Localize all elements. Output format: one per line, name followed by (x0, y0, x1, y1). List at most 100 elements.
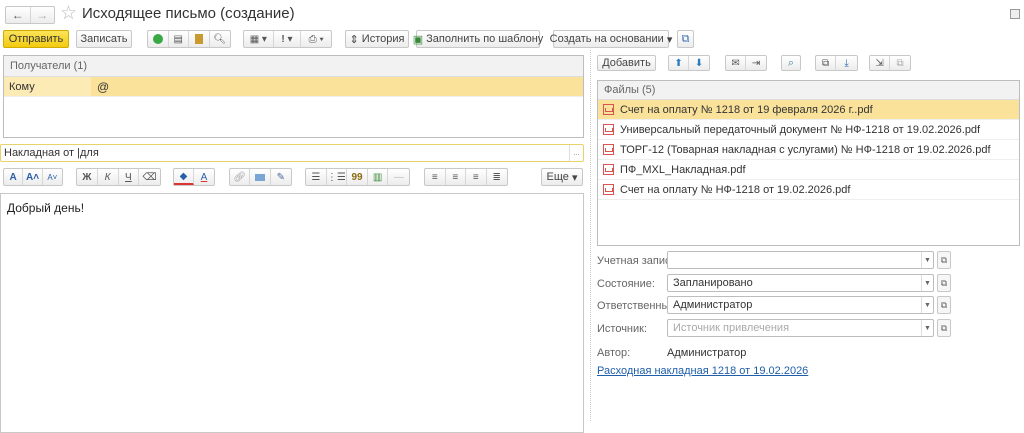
horizontal-line-icon[interactable]: — (388, 169, 409, 185)
responsible-field[interactable]: Администратор ▼ (667, 296, 934, 314)
preview-icon[interactable]: 🔍︎ (210, 31, 230, 47)
state-label: Состояние: (597, 278, 655, 290)
recipients-header-label: Получатели (1) (10, 60, 88, 72)
subject-input[interactable]: Накладная от |для ... (0, 144, 584, 162)
add-green-icon[interactable] (148, 31, 169, 47)
download-icon[interactable]: ⤓ (836, 56, 857, 70)
list-item[interactable]: ТОРГ-12 (Товарная накладная с услугами) … (598, 140, 1019, 160)
preview-file-icon[interactable]: ⌕ (781, 55, 801, 71)
list-item[interactable]: ПФ_MXL_Накладная.pdf (598, 160, 1019, 180)
link-icon[interactable]: 🔗︎ (230, 169, 251, 185)
subject-more-button[interactable]: ... (569, 145, 583, 161)
quote-icon[interactable]: 99 (347, 169, 368, 185)
file-name: Счет на оплату № НФ-1218 от 19.02.2026.p… (620, 183, 851, 196)
recipient-address[interactable]: @ (91, 80, 109, 94)
list-item[interactable]: Универсальный передаточный документ № НФ… (598, 120, 1019, 140)
page-title: Исходящее письмо (создание) (82, 5, 295, 22)
pdf-icon (603, 124, 614, 135)
structure-icon[interactable]: ⧉ (677, 30, 694, 48)
back-button[interactable]: ← (6, 7, 31, 23)
move-up-icon[interactable]: ⬆ (669, 56, 690, 70)
state-field[interactable]: Запланировано ▼ (667, 274, 934, 292)
list-item[interactable]: Счет на оплату № 1218 от 19 февраля 2026… (598, 100, 1019, 120)
message-body: Добрый день! (7, 201, 85, 215)
forward-button[interactable]: → (31, 7, 55, 23)
file-actions-group: ✉ ⇥ (725, 55, 767, 71)
bullet-list-icon[interactable]: ☰ (306, 169, 327, 185)
panel-divider[interactable] (590, 50, 591, 421)
more-format-button[interactable]: Еще ▾ (541, 168, 583, 186)
font-increase-icon[interactable]: A˄ (23, 169, 43, 185)
send-button[interactable]: Отправить (3, 30, 69, 48)
import-icon[interactable]: ⇲ (870, 56, 891, 70)
nav-buttons: ← → (5, 6, 55, 24)
create-based-button[interactable]: Создать на основании ▾ (550, 30, 672, 48)
open-state-button[interactable]: ⧉ (937, 274, 951, 292)
base-document-link[interactable]: Расходная накладная 1218 от 19.02.2026 (597, 365, 808, 377)
font-size-group: A A˄ A˅ (3, 168, 63, 186)
history-button[interactable]: ⇕ История (345, 30, 409, 48)
list-group: ☰ ⋮☰ 99 ▥ — (305, 168, 410, 186)
recipients-table: Получатели (1) Кому @ (3, 55, 584, 138)
align-center-icon[interactable]: ≡ (446, 169, 466, 185)
text-color-icon[interactable]: A (194, 169, 214, 185)
italic-button[interactable]: К (98, 169, 119, 185)
save-button[interactable]: Записать (76, 30, 132, 48)
attach-email-icon[interactable]: ✉ (726, 56, 747, 70)
table-row[interactable]: Кому @ (4, 77, 583, 97)
fill-template-button[interactable]: ▣ Заполнить по шаблону (413, 30, 544, 48)
numbered-list-icon[interactable]: ⋮☰ (327, 169, 348, 185)
file-name: Универсальный передаточный документ № НФ… (620, 123, 981, 136)
responsible-value: Администратор (673, 299, 753, 311)
account-field[interactable]: ▼ (667, 251, 934, 269)
favorite-star-icon[interactable]: ☆ (60, 2, 77, 25)
save-disk-icon[interactable] (1010, 9, 1020, 19)
print-menu-icon[interactable]: ⎙ ▾ (301, 31, 331, 47)
pen-icon[interactable]: ✎ (271, 169, 291, 185)
actions-group: ▤ 🔍︎ (147, 30, 231, 48)
files-header-label: Файлы (5) (604, 84, 656, 96)
address-book-icon[interactable] (189, 31, 210, 47)
attach-menu-icon[interactable]: ▦ ▾ (244, 31, 274, 47)
source-field[interactable]: Источник привлечения ▼ (667, 319, 934, 337)
clear-format-icon[interactable]: ⌫ (139, 169, 160, 185)
underline-button[interactable]: Ч (119, 169, 140, 185)
align-left-icon[interactable]: ≡ (425, 169, 446, 185)
dropdown-icon[interactable]: ▼ (921, 252, 933, 268)
pdf-icon (603, 164, 614, 175)
message-editor[interactable]: Добрый день! (0, 193, 584, 433)
list-item[interactable]: Счет на оплату № НФ-1218 от 19.02.2026.p… (598, 180, 1019, 200)
importance-menu[interactable]: ! ▾ (274, 31, 302, 47)
font-decrease-icon[interactable]: A˅ (43, 169, 62, 185)
font-icon[interactable]: A (4, 169, 24, 185)
files-header: Файлы (5) (598, 81, 1019, 100)
new-doc-icon[interactable]: ▤ (169, 31, 189, 47)
open-account-button[interactable]: ⧉ (937, 251, 951, 269)
dropdown-icon[interactable]: ▼ (921, 275, 933, 291)
file-name: ТОРГ-12 (Товарная накладная с услугами) … (620, 143, 991, 156)
table-icon[interactable]: ▥ (368, 169, 389, 185)
author-value: Администратор (667, 347, 747, 359)
history-label: История (361, 33, 405, 45)
align-justify-icon[interactable]: ≣ (487, 169, 507, 185)
export-file-icon[interactable]: ⇥ (746, 56, 766, 70)
more-format-label: Еще (546, 171, 569, 183)
recipients-header: Получатели (1) (4, 56, 583, 77)
image-icon[interactable] (250, 169, 271, 185)
fill-template-label: Заполнить по шаблону (426, 33, 544, 45)
open-responsible-button[interactable]: ⧉ (937, 296, 951, 314)
subject-value: Накладная от |для (4, 147, 99, 159)
copy-download-group: ⧉ ⤓ (815, 55, 858, 71)
duplicate-icon[interactable]: ⧉ (890, 56, 910, 70)
font-style-group: Ж К Ч ⌫ (76, 168, 161, 186)
move-down-icon[interactable]: ⬇ (689, 56, 709, 70)
options-group: ▦ ▾ ! ▾ ⎙ ▾ (243, 30, 332, 48)
bold-button[interactable]: Ж (77, 169, 98, 185)
dropdown-icon[interactable]: ▼ (921, 297, 933, 313)
dropdown-icon[interactable]: ▼ (921, 320, 933, 336)
open-source-button[interactable]: ⧉ (937, 319, 951, 337)
background-color-icon[interactable]: ◆ (174, 169, 195, 185)
align-right-icon[interactable]: ≡ (466, 169, 487, 185)
add-file-button[interactable]: Добавить (597, 55, 656, 71)
copy-icon[interactable]: ⧉ (816, 56, 837, 70)
